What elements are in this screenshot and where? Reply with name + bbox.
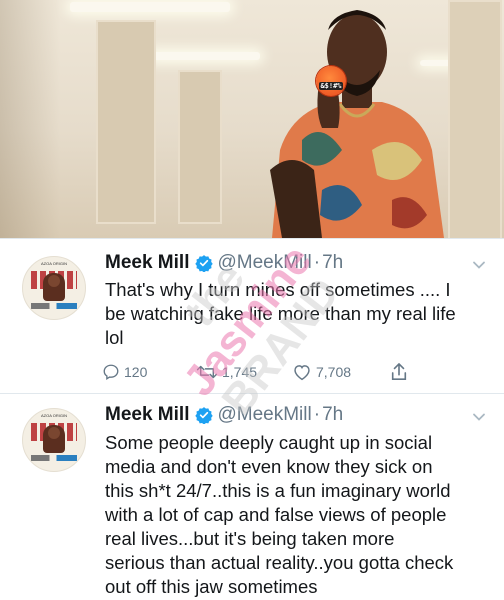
avatar-art xyxy=(31,303,77,309)
avatar[interactable]: AZOA ORIGIN xyxy=(22,256,86,320)
heart-icon xyxy=(294,365,310,381)
hallway-door xyxy=(96,20,156,224)
timestamp[interactable]: 7h xyxy=(322,404,343,426)
verified-badge-icon xyxy=(195,255,214,272)
separator: · xyxy=(313,404,321,425)
tweet-2[interactable]: AZOA ORIGIN Meek Mill @MeekMill · 7h Som… xyxy=(0,393,504,600)
avatar-art xyxy=(48,275,60,287)
handle[interactable]: @MeekMill xyxy=(217,404,311,426)
ceiling-light xyxy=(70,2,230,12)
wall-shadow xyxy=(0,0,60,238)
tweet-text: That's why I turn mines off sometimes ..… xyxy=(105,279,456,348)
chevron-down-icon[interactable] xyxy=(472,258,486,272)
separator: · xyxy=(313,252,321,273)
person-figure xyxy=(270,10,444,238)
tweet-actions: 120 1,745 7,708 xyxy=(102,362,412,382)
retweet-button[interactable]: 1,745 xyxy=(196,363,292,381)
chevron-down-icon[interactable] xyxy=(472,410,486,424)
tweet-header: Meek Mill @MeekMill · 7h xyxy=(105,404,343,426)
tweet-header: Meek Mill @MeekMill · 7h xyxy=(105,252,343,274)
tweet-text: Some people deeply caught up in social m… xyxy=(105,432,454,597)
avatar-art xyxy=(48,427,60,439)
avatar[interactable]: AZOA ORIGIN xyxy=(22,408,86,472)
avatar-art xyxy=(31,455,77,461)
reply-button[interactable]: 120 xyxy=(102,363,196,381)
tweet-photo: &$!#% xyxy=(0,0,504,238)
reply-count: 120 xyxy=(124,364,148,380)
avatar-caption: AZOA ORIGIN xyxy=(40,413,67,418)
like-button[interactable]: 7,708 xyxy=(292,363,390,381)
hallway-door xyxy=(178,70,222,224)
avatar-caption: AZOA ORIGIN xyxy=(40,261,67,266)
share-icon xyxy=(391,363,407,381)
hallway-door xyxy=(448,0,502,238)
censor-emoji-icon: &$!#% xyxy=(316,66,346,96)
ceiling-light xyxy=(150,52,260,60)
tweet-1[interactable]: AZOA ORIGIN Meek Mill @MeekMill · 7h Tha… xyxy=(0,238,504,393)
verified-badge-icon xyxy=(195,407,214,424)
timestamp[interactable]: 7h xyxy=(322,252,343,274)
handle[interactable]: @MeekMill xyxy=(217,252,311,274)
display-name[interactable]: Meek Mill xyxy=(105,404,189,426)
reply-icon xyxy=(103,364,119,380)
retweet-count: 1,745 xyxy=(222,364,258,380)
share-button[interactable] xyxy=(390,362,412,382)
like-count: 7,708 xyxy=(316,364,352,380)
display-name[interactable]: Meek Mill xyxy=(105,252,189,274)
retweet-icon xyxy=(196,365,218,379)
